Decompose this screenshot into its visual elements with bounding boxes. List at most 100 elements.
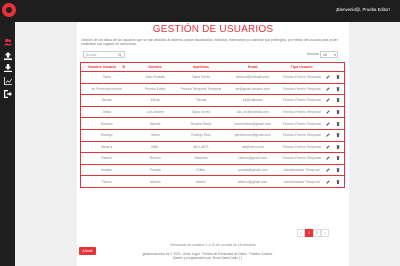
cell-username: de.Fermohm.tomhm (80, 83, 133, 96)
cell-email: mb@nvro.com (223, 141, 282, 154)
edit-icon[interactable] (326, 168, 330, 172)
table-row: Tierras Elena Tierras ey@editorias Técnico F… (80, 94, 345, 107)
cell-name: Alberto (132, 175, 179, 188)
edit-icon[interactable] (326, 133, 330, 137)
sort-icon[interactable]: ⇅ (122, 65, 125, 69)
app-logo[interactable] (2, 3, 16, 17)
sidebar-item-upload[interactable] (0, 50, 15, 62)
cell-username: Tania (80, 71, 133, 84)
sidebar-item-stats[interactable] (0, 75, 15, 87)
column-header-actions (321, 62, 345, 72)
table-row: Rosario Hanele Rosario Berta correoelectr@g… (80, 117, 345, 130)
cell-email: ey@editorias (223, 94, 282, 107)
cell-actions (321, 175, 345, 188)
sidebar-item-download[interactable] (0, 62, 15, 74)
pagination-page-1[interactable]: 1 (305, 229, 313, 237)
delete-icon[interactable] (336, 110, 340, 115)
cell-name: Juan Ernesto (132, 71, 179, 84)
cell-name: Prueba (132, 164, 179, 177)
delete-icon[interactable] (336, 98, 340, 103)
cell-actions (321, 141, 345, 154)
cell-name: Luis andrés (132, 106, 179, 119)
edit-icon[interactable] (326, 180, 330, 184)
column-header-name[interactable]: Nombre (132, 62, 179, 72)
table-header-row: Nombre Usuario ⇅ Nombre Apellidos Email T… (80, 62, 345, 72)
filter-label: Mostrar (307, 52, 320, 56)
chevron-down-icon: ▾ (334, 53, 336, 57)
cell-type: Técnico Fermio Temporal (281, 141, 322, 154)
edit-icon[interactable] (326, 110, 330, 114)
edit-icon[interactable] (326, 145, 330, 149)
pagination-prev[interactable]: ‹ (297, 229, 305, 237)
column-header-type[interactable]: Tipo Usuario (281, 62, 322, 72)
pagination-next[interactable]: › (321, 229, 329, 237)
delete-icon[interactable] (336, 144, 340, 149)
cell-name: Jestoi (132, 129, 179, 142)
column-header-email[interactable]: Email (223, 62, 282, 72)
cell-name: MBIL (132, 141, 179, 154)
logout-icon (3, 90, 12, 98)
delete-icon[interactable] (336, 133, 340, 138)
table-row: Jestoi Luis andrés Tapia Torres luis_liz@ho… (80, 106, 345, 119)
cell-surname: Sánchez (178, 152, 224, 165)
edit-icon[interactable] (326, 156, 330, 161)
cell-email: de@gmail.usuario.com (223, 83, 282, 96)
column-header-surname[interactable]: Apellidos (178, 62, 224, 72)
cell-surname: Rosario Berta (178, 117, 224, 130)
table-row: Ramón Ramón Sánchez ramon@gmail.com Técnico … (80, 152, 345, 165)
entries-select[interactable]: 10 ▾ (320, 51, 338, 58)
cell-surname: Prueba Temporal Temporal (178, 83, 224, 96)
cell-surname: Tierras (178, 94, 224, 107)
edit-icon[interactable] (326, 122, 330, 126)
delete-icon[interactable] (336, 168, 340, 173)
cell-surname: Tapia Torres (178, 106, 224, 119)
welcome-text[interactable]: ¡Bienvenid@, Prueba Editor! (335, 7, 390, 12)
table-row: Tienos Alberto Martín alberto@gmail.com Admi… (80, 175, 345, 188)
cell-email: ramon@gmail.com (223, 152, 282, 165)
delete-icon[interactable] (336, 179, 340, 184)
table-row: Tania Juan Ernesto Tapia Torres tania.td@ho… (80, 71, 345, 84)
cell-type: Administrador Temporal (281, 164, 322, 177)
column-header-username[interactable]: Nombre Usuario ⇅ (80, 62, 133, 72)
page-title: GESTIÓN DE USUARIOS (152, 24, 274, 35)
cell-name: Elena (132, 94, 179, 107)
delete-icon[interactable] (336, 121, 340, 126)
delete-icon[interactable] (336, 86, 340, 91)
cell-type: Técnico Fermio Temporal (281, 94, 322, 107)
cell-email: tania.td@hotmail.com (223, 71, 282, 84)
cell-email: correoelectr@gmail.com (223, 117, 282, 130)
sidebar-item-logout[interactable] (0, 88, 15, 100)
search-placeholder: Buscar: (86, 53, 98, 57)
chart-icon (3, 77, 12, 85)
cell-username: Tierras (80, 94, 133, 107)
cell-actions (321, 94, 345, 107)
cell-type: Técnico Fermio Temporal (281, 117, 322, 130)
cell-username: Jestoi (80, 106, 133, 119)
cell-actions (321, 106, 345, 119)
download-icon (3, 64, 12, 72)
edit-icon[interactable] (326, 87, 330, 91)
cell-actions (321, 117, 345, 130)
cell-actions (321, 71, 345, 84)
top-bar: ¡Bienvenid@, Prueba Editor! (0, 0, 400, 22)
cell-username: Rodrigo (80, 129, 133, 142)
pagination-page-2[interactable]: 2 (313, 229, 321, 237)
cell-type: Técnico Fermio Temporal (281, 83, 322, 96)
sidebar-item-users[interactable] (0, 36, 15, 48)
edit-icon[interactable] (326, 75, 330, 79)
cell-surname: MILLIATG (178, 141, 224, 154)
main-content: GESTIÓN DE USUARIOS Gestión de los datos… (15, 22, 400, 266)
cell-email: luis_liz@hotmail.com (223, 106, 282, 119)
delete-icon[interactable] (336, 156, 340, 161)
cell-type: Administrador Temporal (281, 175, 322, 188)
cell-username: Tienos (80, 175, 133, 188)
cell-username: Rosario (80, 117, 133, 130)
search-input[interactable]: Buscar: (83, 51, 125, 58)
edit-icon[interactable] (326, 98, 330, 103)
cell-actions (321, 152, 345, 165)
cell-username: Ramón (80, 152, 133, 165)
cell-name: Ramón (132, 152, 179, 165)
delete-icon[interactable] (336, 75, 340, 80)
cell-actions (321, 164, 345, 177)
footer: gestionusuarios.es © 2022 · Aviso Legal … (15, 252, 400, 260)
